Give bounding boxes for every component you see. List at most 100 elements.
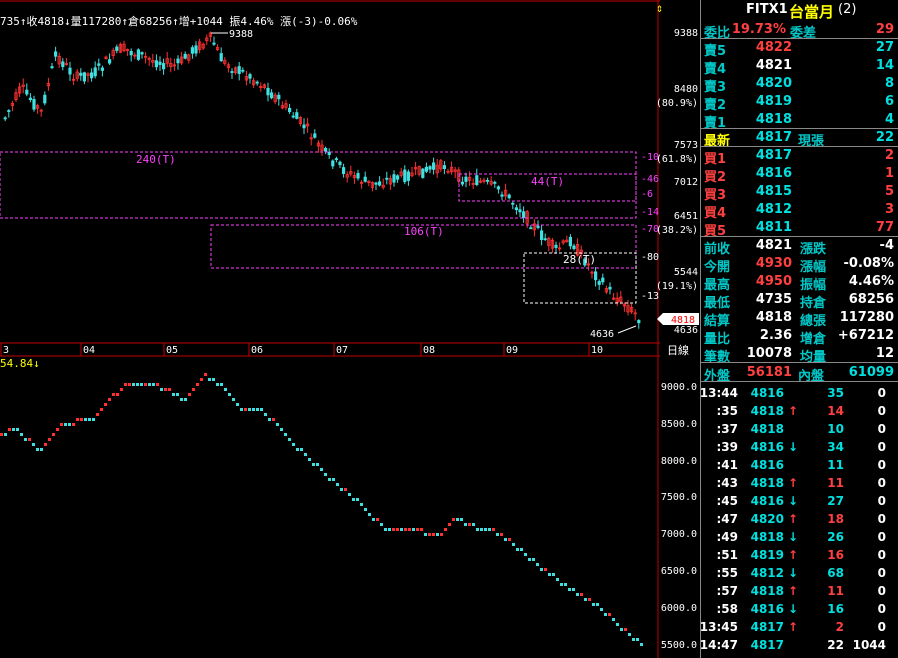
stat-value: -4	[879, 238, 894, 253]
tick-row: 14:47 4817 22 1044	[700, 636, 898, 654]
candle-body	[363, 176, 367, 182]
ask-price: 4822	[755, 40, 792, 55]
ask-price: 4819	[755, 94, 792, 109]
oscillator-dot	[28, 438, 31, 441]
candle-body	[431, 162, 436, 170]
oscillator-dot	[632, 638, 635, 641]
oscillator-dot	[0, 433, 3, 436]
candle-body	[291, 115, 295, 118]
indicator-value-label: 54.84↓	[0, 357, 40, 370]
tick-time: :41	[716, 458, 739, 472]
last-price: 4817	[755, 130, 792, 145]
candle-body	[529, 227, 533, 230]
tick-time: :49	[716, 530, 739, 544]
candle-body	[507, 194, 511, 199]
tick-time: :39	[716, 440, 739, 454]
tick-time: :58	[716, 602, 739, 616]
tick-qty: 68	[827, 566, 844, 580]
stat-value: 4930	[755, 256, 792, 271]
bid-row: 買2 4816 1	[700, 165, 898, 185]
oscillator-dot	[100, 408, 103, 411]
tick-time: :37	[716, 422, 739, 436]
oscillator-dot	[480, 528, 483, 531]
bid-row: 買5 4811 77	[700, 219, 898, 239]
tick-row: :37 4818 10 0	[700, 420, 898, 438]
oscillator-dot	[232, 398, 235, 401]
oscillator-dot	[212, 378, 215, 381]
candle-body	[100, 67, 104, 71]
tick-price: 4818	[750, 476, 784, 490]
tick-dir: ↓	[788, 440, 799, 454]
oscillator-axis-label: 5500.0	[661, 640, 697, 651]
price-axis-label: (80.9%)	[656, 98, 698, 109]
tick-qty: 34	[827, 440, 844, 454]
month-label: 04	[83, 345, 95, 356]
tick-qty: 11	[827, 458, 844, 472]
tick-price: 4818	[750, 530, 784, 544]
candle-body	[115, 46, 119, 51]
tick-row: :47 4820 ↑ 18 0	[700, 510, 898, 528]
oscillator-dot	[368, 513, 371, 516]
candle-body	[82, 72, 86, 82]
candle-body	[190, 47, 194, 54]
candle-body	[54, 51, 58, 57]
oscillator-dot	[76, 418, 79, 421]
candle-body	[140, 52, 144, 55]
oscillator-dot	[40, 448, 43, 451]
candle-body	[500, 194, 504, 197]
oscillator-dot	[332, 478, 335, 481]
price-axis: 9388 8480 (80.9%) 7573 (61.8%) 7012 6451 (38.2%…	[656, 28, 699, 651]
candle-body	[28, 97, 33, 101]
oscillator-dot	[316, 463, 319, 466]
oscillator-dot	[448, 523, 451, 526]
stat-row: 結算 4818 總張 117280	[700, 309, 898, 329]
tick-dir: ↑	[788, 584, 799, 598]
price-chart-svg[interactable]: 3 04 05 06 07 08 09 10240(T)106(T)44(T)28(T)-10…	[0, 0, 660, 658]
tick-row: :58 4816 ↓ 16 0	[700, 600, 898, 618]
price-axis-label: (19.1%)	[656, 281, 698, 292]
oscillator-dot	[228, 393, 231, 396]
tick-qty: 10	[827, 422, 844, 436]
tick-extra: 0	[877, 440, 886, 454]
oscillator-dot	[400, 528, 403, 531]
oscillator-dot	[116, 393, 119, 396]
bid-qty: 2	[884, 148, 894, 163]
oscillator-dot	[92, 418, 95, 421]
tick-price: 4812	[750, 566, 784, 580]
oscillator-dot	[124, 383, 127, 386]
tick-dir: ↑	[788, 548, 799, 562]
chart-area[interactable]: 3 04 05 06 07 08 09 10 240(T) 106(T) 44(T) 28(T) -10…	[0, 0, 660, 658]
tick-qty: 27	[827, 494, 844, 508]
oscillator-dot	[144, 383, 147, 386]
oscillator-dot	[324, 473, 327, 476]
oscillator-dot	[604, 613, 607, 616]
oscillator-dot	[552, 573, 555, 576]
oscillator-dot	[272, 418, 275, 421]
tick-extra: 0	[877, 458, 886, 472]
candle-body	[79, 72, 83, 76]
ask-row: 賣3 4820 8	[700, 75, 898, 95]
oscillator-dot	[188, 393, 191, 396]
candle-body	[219, 53, 223, 62]
candle-body	[568, 236, 573, 247]
candle-body	[331, 160, 335, 167]
ask-qty: 14	[875, 58, 894, 73]
oscillator-dot	[128, 383, 131, 386]
oscillator-dot	[200, 378, 203, 381]
candle-body	[161, 63, 166, 70]
oscillator-dot	[220, 383, 223, 386]
bid-qty: 1	[884, 166, 894, 181]
oscillator-dot	[444, 528, 447, 531]
oscillator-dot	[224, 388, 227, 391]
oscillator-dot	[160, 388, 163, 391]
oscillator-dot	[96, 413, 99, 416]
oscillator-dot	[404, 528, 407, 531]
candle-body	[341, 167, 346, 174]
candle-body	[395, 175, 400, 180]
oscillator-dot	[540, 568, 543, 571]
ask-price: 4821	[755, 58, 792, 73]
order-ratio-row: 委比 19.73% 委差 29	[700, 21, 898, 41]
tick-extra: 0	[877, 620, 886, 634]
oscillator-dot	[516, 548, 519, 551]
oscillator-dot	[640, 643, 643, 646]
